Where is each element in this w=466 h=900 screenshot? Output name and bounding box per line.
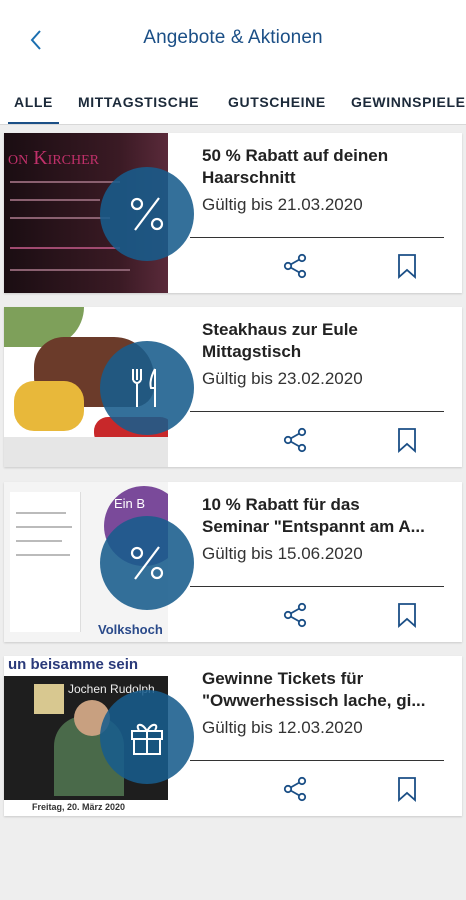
- bookmark-icon: [398, 254, 416, 279]
- gift-icon: [131, 723, 163, 755]
- offer-validity: Gültig bis 21.03.2020: [202, 195, 363, 214]
- offer-card[interactable]: on Kircher 50 % Rabatt auf deinen Haarsc…: [4, 133, 462, 293]
- share-icon: [283, 776, 307, 802]
- tab-mittagstische[interactable]: MITTAGSTISCHE: [78, 80, 199, 124]
- image-caption: on Kircher: [8, 147, 100, 169]
- offer-title: 50 % Rabatt auf deinen Haarschnitt: [202, 146, 389, 187]
- bookmark-icon: [398, 777, 416, 802]
- offer-title: Gewinne Tickets für "Owwerhessisch lache…: [202, 669, 426, 710]
- image-caption: Ein B: [114, 496, 146, 511]
- divider: [190, 760, 444, 761]
- bookmark-button[interactable]: [392, 425, 422, 455]
- bookmark-button[interactable]: [392, 600, 422, 630]
- image-caption: Volkshoch: [98, 622, 163, 637]
- percent-icon: [130, 197, 164, 231]
- image-caption: un beisamme sein: [8, 656, 139, 673]
- image-caption: Freitag, 20. März 2020: [32, 802, 126, 812]
- bookmark-button[interactable]: [392, 251, 422, 281]
- divider: [190, 411, 444, 412]
- divider: [190, 586, 444, 587]
- offer-card[interactable]: Steakhaus zur Eule Mittagstisch Gültig b…: [4, 307, 462, 467]
- bookmark-icon: [398, 428, 416, 453]
- bookmark-icon: [398, 603, 416, 628]
- offer-validity: Gültig bis 15.06.2020: [202, 544, 363, 563]
- divider: [190, 237, 444, 238]
- share-button[interactable]: [280, 425, 310, 455]
- category-tabs: ALLE MITTAGSTISCHE GUTSCHEINE GEWINNSPIE…: [0, 80, 466, 125]
- bookmark-button[interactable]: [392, 774, 422, 804]
- percent-badge: [100, 516, 194, 610]
- tab-gutscheine[interactable]: GUTSCHEINE: [228, 80, 326, 124]
- percent-icon: [130, 546, 164, 580]
- offer-card[interactable]: Ein B Volkshoch 10 % Rabatt für das Semi…: [4, 482, 462, 642]
- percent-badge: [100, 167, 194, 261]
- share-icon: [283, 427, 307, 453]
- share-button[interactable]: [280, 251, 310, 281]
- offer-validity: Gültig bis 23.02.2020: [202, 369, 363, 388]
- offer-validity: Gültig bis 12.03.2020: [202, 718, 363, 737]
- share-icon: [283, 253, 307, 279]
- gift-badge: [100, 690, 194, 784]
- share-button[interactable]: [280, 600, 310, 630]
- fork-knife-icon: [132, 368, 156, 407]
- offer-title: Steakhaus zur Eule Mittagstisch: [202, 320, 358, 361]
- offer-card[interactable]: un beisamme sein Jochen Rudolph Freitag,…: [4, 656, 462, 816]
- share-icon: [283, 602, 307, 628]
- offer-title: 10 % Rabatt für das Seminar "Entspannt a…: [202, 495, 425, 536]
- tab-gewinnspiele[interactable]: GEWINNSPIELE: [351, 80, 466, 124]
- restaurant-badge: [100, 341, 194, 435]
- share-button[interactable]: [280, 774, 310, 804]
- app-header: Angebote & Aktionen: [0, 0, 466, 80]
- tab-alle[interactable]: ALLE: [8, 80, 59, 124]
- page-title: Angebote & Aktionen: [143, 27, 323, 48]
